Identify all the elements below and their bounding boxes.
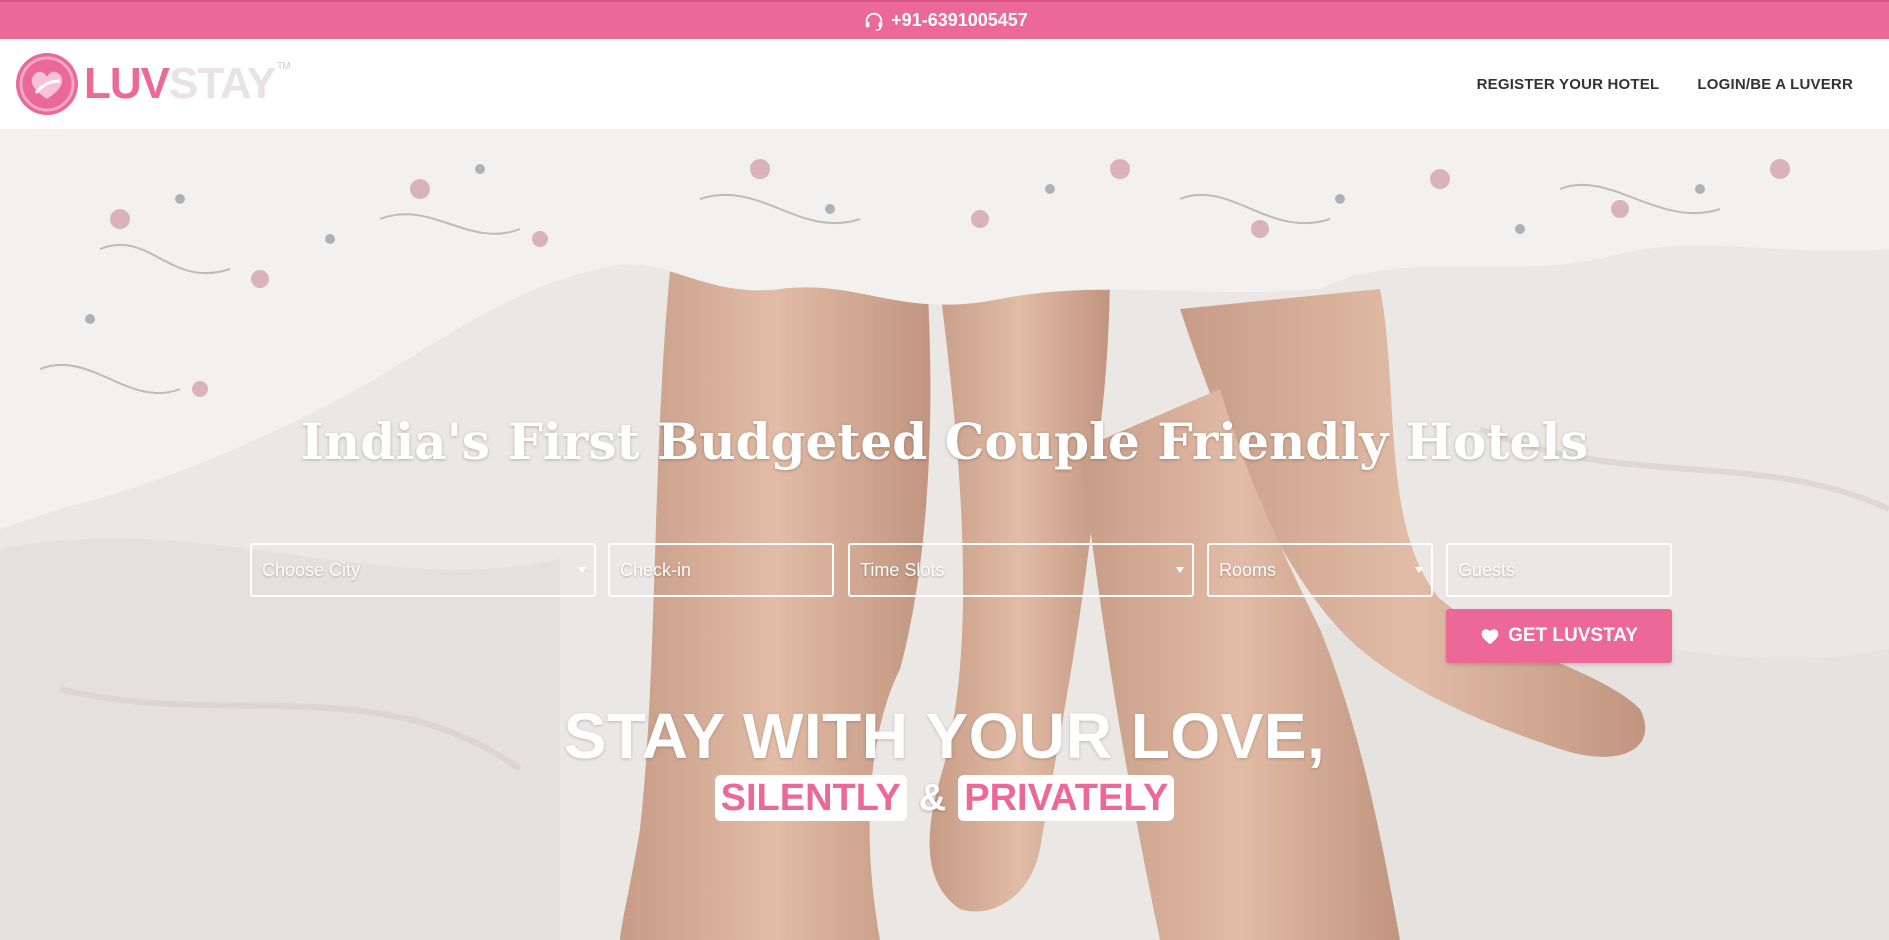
slogan-ampersand: & — [918, 776, 947, 819]
phone-number[interactable]: +91-6391005457 — [891, 10, 1028, 31]
guests-placeholder: Guests — [1458, 559, 1516, 580]
login-link[interactable]: LOGIN/BE A LUVERR — [1697, 76, 1853, 93]
slogan-line-2: SILENTLY & PRIVATELY — [0, 775, 1889, 821]
logo-text-luv: LUV — [84, 59, 170, 108]
logo-text-stay: STAY — [169, 59, 276, 108]
site-header: LUV STAY TM REGISTER YOUR HOTEL LOGIN/BE… — [0, 39, 1889, 129]
time-slots-label: Time Slots — [860, 559, 945, 580]
guests-input[interactable]: Guests — [1446, 543, 1672, 597]
logo-trademark: TM — [277, 61, 290, 72]
rooms-label: Rooms — [1219, 559, 1277, 580]
contact-bar: +91-6391005457 — [0, 0, 1889, 39]
chevron-down-icon — [1415, 567, 1423, 573]
slogan-privately: PRIVATELY — [958, 775, 1175, 821]
slogan-silently: SILENTLY — [714, 775, 907, 821]
heart-icon — [1481, 629, 1499, 645]
checkin-input[interactable]: Check-in — [608, 543, 834, 597]
logo-wordmark: LUV STAY TM — [84, 59, 291, 109]
chevron-down-icon — [1176, 567, 1184, 573]
rooms-select[interactable]: Rooms — [1207, 543, 1433, 597]
chevron-down-icon — [578, 567, 586, 573]
slogan-line-1: STAY WITH YOUR LOVE, — [563, 700, 1326, 772]
hero-title: India's First Budgeted Couple Friendly H… — [300, 412, 1589, 471]
headset-icon — [861, 8, 887, 34]
city-select-label: Choose City — [262, 559, 361, 580]
city-select[interactable]: Choose City — [250, 543, 596, 597]
logo[interactable]: LUV STAY TM — [14, 50, 291, 118]
get-luvstay-label: GET LUVSTAY — [1508, 625, 1638, 646]
heart-logo-icon — [16, 53, 78, 115]
hero-section: India's First Budgeted Couple Friendly H… — [0, 129, 1889, 940]
register-hotel-link[interactable]: REGISTER YOUR HOTEL — [1477, 76, 1660, 93]
checkin-placeholder: Check-in — [620, 559, 692, 580]
time-slots-select[interactable]: Time Slots — [848, 543, 1194, 597]
main-nav: REGISTER YOUR HOTEL LOGIN/BE A LUVERR — [1477, 39, 1853, 129]
get-luvstay-button[interactable]: GET LUVSTAY — [1446, 609, 1672, 663]
